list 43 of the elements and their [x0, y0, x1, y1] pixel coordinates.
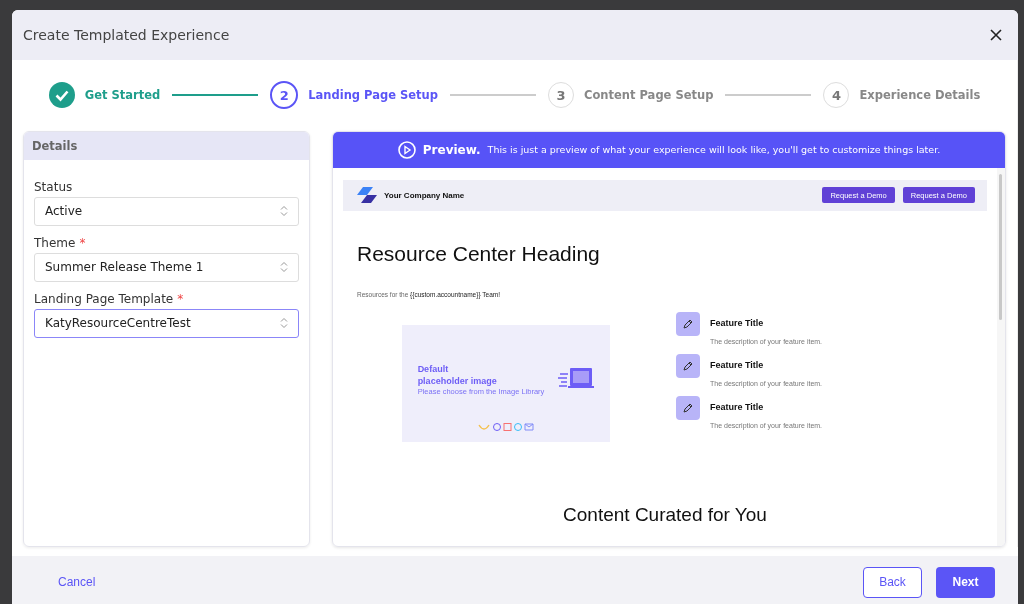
image-title: Default placeholder image	[417, 362, 498, 387]
panel-heading: Details	[24, 131, 309, 160]
play-icon	[397, 140, 416, 159]
step-label: Landing Page Setup	[308, 88, 438, 103]
dialog-title: Create Templated Experience	[23, 27, 231, 43]
required-mark: *	[177, 291, 184, 306]
scrollbar-thumb[interactable]	[999, 173, 1002, 320]
step[interactable]: 2 Landing Page Setup	[270, 81, 438, 110]
shapes-icon	[478, 421, 534, 432]
next-button[interactable]: Next	[936, 566, 995, 598]
section-heading: Content Curated for You	[562, 503, 768, 526]
pencil-icon	[676, 353, 700, 378]
field-label: Theme	[34, 235, 76, 250]
chevron-icon	[280, 205, 288, 218]
step[interactable]: 3 Content Page Setup	[548, 82, 714, 109]
logo-icon	[357, 187, 377, 204]
pencil-icon	[676, 395, 700, 420]
step[interactable]: Get Started	[48, 82, 161, 109]
step-label: Content Page Setup	[584, 88, 714, 103]
chevron-icon	[280, 261, 288, 274]
chevron-icon	[280, 317, 288, 330]
feature-title: Feature Title	[710, 401, 765, 412]
page-heading: Resource Center Heading	[357, 241, 601, 266]
back-button[interactable]: Back	[863, 566, 922, 598]
check-icon	[48, 82, 75, 109]
step-label: Get Started	[84, 88, 161, 103]
field-label: Status	[34, 179, 73, 194]
feature-title: Feature Title	[710, 359, 765, 370]
step-number: 2	[270, 81, 299, 110]
step-label: Experience Details	[859, 88, 981, 103]
select-field[interactable]: Active	[34, 196, 299, 226]
required-mark: *	[79, 235, 86, 250]
banner-title: Preview.	[422, 142, 481, 157]
pencil-icon	[676, 311, 700, 336]
select-field[interactable]: Summer Release Theme 1	[34, 252, 299, 282]
feature-title: Feature Title	[710, 317, 765, 328]
cancel-button[interactable]: Cancel	[52, 574, 102, 590]
step[interactable]: 4 Experience Details	[823, 82, 981, 109]
close-icon	[990, 29, 1002, 41]
company-name: Your Company Name	[384, 190, 465, 200]
banner-text: This is just a preview of what your experience will look like, you'll get to customize things later.	[487, 144, 941, 156]
select-field[interactable]: KatyResourceCentreTest	[34, 308, 299, 338]
field-label: Landing Page Template	[34, 291, 174, 306]
